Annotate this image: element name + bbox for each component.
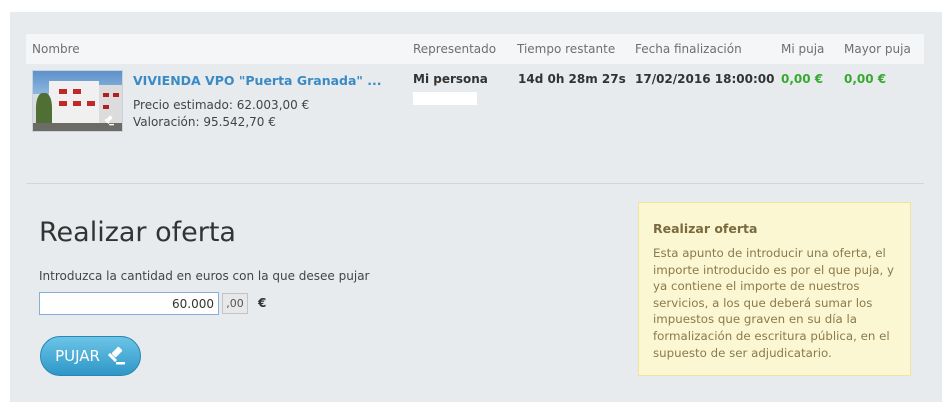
mi-puja-value: 0,00 €	[781, 72, 824, 86]
table-header: Nombre Representado Tiempo restante Fech…	[26, 34, 924, 64]
tiempo-restante-value: 14d 0h 28m 27s	[518, 72, 626, 86]
valoracion: Valoración: 95.542,70 €	[133, 115, 276, 129]
fecha-finalizacion-value: 17/02/2016 18:00:00	[635, 72, 775, 86]
offer-info-box: Realizar oferta Esta apunto de introduci…	[638, 202, 911, 376]
header-tiempo-restante: Tiempo restante	[517, 42, 616, 56]
pujar-button[interactable]: PUJAR	[40, 336, 141, 376]
info-title: Realizar oferta	[653, 221, 758, 236]
offer-heading: Realizar oferta	[39, 217, 236, 248]
offer-prompt: Introduzca la cantidad en euros con la q…	[39, 269, 370, 283]
auction-panel: Nombre Representado Tiempo restante Fech…	[10, 12, 942, 402]
mayor-puja-value: 0,00 €	[844, 72, 887, 86]
bid-amount-input[interactable]	[39, 292, 219, 315]
gavel-icon	[103, 115, 114, 130]
property-thumbnail[interactable]	[32, 70, 123, 132]
building-shape	[49, 81, 99, 123]
gavel-icon	[106, 346, 126, 366]
precio-estimado: Precio estimado: 62.003,00 €	[133, 98, 310, 112]
redacted-field	[413, 92, 477, 105]
header-fecha-finalizacion: Fecha finalización	[635, 42, 742, 56]
currency-symbol: €	[258, 296, 267, 310]
header-mayor-puja: Mayor puja	[844, 42, 911, 56]
bid-cents-addon: ,00	[222, 293, 248, 314]
info-text: Esta apunto de introducir una oferta, el…	[653, 246, 895, 360]
representado-value: Mi persona	[413, 72, 488, 86]
pujar-button-label: PUJAR	[55, 347, 100, 365]
header-nombre: Nombre	[32, 42, 80, 56]
header-representado: Representado	[413, 42, 497, 56]
property-title-link[interactable]: VIVIENDA VPO "Puerta Granada" ...	[133, 73, 382, 88]
header-mi-puja: Mi puja	[781, 42, 825, 56]
section-divider	[26, 183, 924, 184]
